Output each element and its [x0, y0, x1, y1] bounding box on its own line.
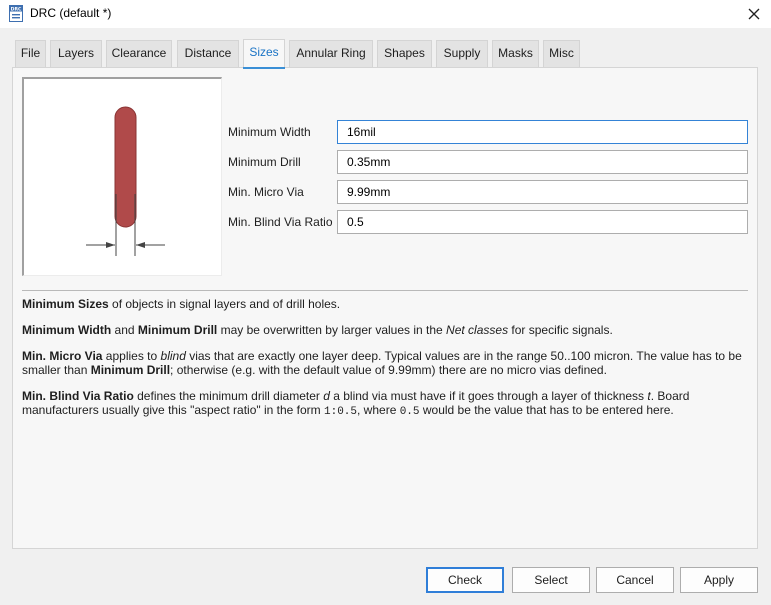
min-micro-via-field[interactable] [337, 180, 748, 204]
close-icon[interactable] [744, 4, 764, 24]
min-blind-via-ratio-field[interactable] [337, 210, 748, 234]
tab-clearance[interactable]: Clearance [106, 40, 172, 67]
check-button[interactable]: Check [426, 567, 504, 593]
arrowhead-right [136, 242, 145, 248]
min-width-preview [22, 77, 222, 276]
apply-button[interactable]: Apply [680, 567, 758, 593]
window-title: DRC (default *) [30, 6, 112, 20]
tab-supply[interactable]: Supply [436, 40, 488, 67]
trace-shape [114, 106, 137, 228]
min-drill-label: Minimum Drill [228, 155, 301, 169]
tab-layers[interactable]: Layers [50, 40, 102, 67]
description-micro-via: Min. Micro Via applies to blind vias tha… [22, 349, 742, 377]
description-blind-via-ratio: Min. Blind Via Ratio defines the minimum… [22, 389, 690, 418]
min-width-illustration [86, 106, 165, 256]
tab-distance[interactable]: Distance [177, 40, 239, 67]
svg-text:DRC: DRC [11, 7, 22, 13]
drc-app-icon: DRC [9, 5, 23, 22]
divider [22, 290, 748, 291]
title-bar: DRC DRC (default *) [0, 0, 771, 28]
min-width-label: Minimum Width [228, 125, 311, 139]
tab-file[interactable]: File [15, 40, 46, 67]
tab-misc[interactable]: Misc [543, 40, 580, 67]
min-blind-via-ratio-label: Min. Blind Via Ratio [228, 215, 333, 229]
min-drill-field[interactable] [337, 150, 748, 174]
min-width-field[interactable] [337, 120, 748, 144]
description-sizes: Minimum Sizes of objects in signal layer… [22, 297, 341, 311]
tab-sizes[interactable]: Sizes [243, 39, 285, 69]
description-width-drill: Minimum Width and Minimum Drill may be o… [22, 323, 613, 337]
tab-shapes[interactable]: Shapes [377, 40, 432, 67]
tab-masks[interactable]: Masks [492, 40, 539, 67]
cancel-button[interactable]: Cancel [596, 567, 674, 593]
select-button[interactable]: Select [512, 567, 590, 593]
min-micro-via-label: Min. Micro Via [228, 185, 304, 199]
tab-annular-ring[interactable]: Annular Ring [289, 40, 373, 67]
arrowhead-left [106, 242, 115, 248]
